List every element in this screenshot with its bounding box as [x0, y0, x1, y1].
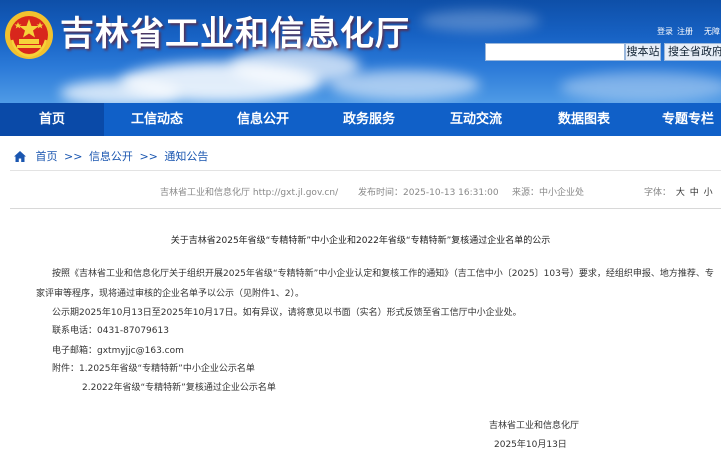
- font-size-medium-button[interactable]: 中: [690, 188, 699, 198]
- attachment-link-2[interactable]: 2.2022年省级“专精特新”复核通过企业公示名单: [82, 382, 276, 394]
- breadcrumb-info-public[interactable]: 信息公开: [89, 150, 133, 163]
- font-size-large-button[interactable]: 大: [676, 188, 685, 198]
- font-size-control: 字体： 大 中 小: [644, 187, 713, 199]
- font-size-small-button[interactable]: 小: [704, 188, 713, 198]
- article-paragraph-cont: 家评审等程序，现将通过审核的企业名单予以公示（见附件1、2）。: [36, 289, 304, 299]
- nav-item-home[interactable]: 首页: [0, 103, 104, 136]
- article-title: 关于吉林省2025年省级“专精特新”中小企业和2022年省级“专精特新”复核通过…: [170, 236, 551, 246]
- article-paragraph: 公示期2025年10月13日至2025年10月17日。如有异议，请将意见以书面（…: [52, 308, 522, 318]
- breadcrumb-separator: >>: [64, 150, 83, 163]
- divider: [10, 170, 721, 171]
- source-site: 吉林省工业和信息化厅 http://gxt.jl.gov.cn/: [160, 188, 339, 198]
- main-nav: 首页 工信动态 信息公开 政务服务 互动交流 数据图表 专题专栏: [0, 103, 721, 136]
- banner-cloud: [330, 70, 480, 100]
- nav-item-services[interactable]: 政务服务: [316, 103, 422, 136]
- divider: [10, 208, 721, 209]
- breadcrumb-separator: >>: [139, 150, 158, 163]
- banner-cloud: [420, 10, 540, 32]
- nav-item-info-public[interactable]: 信息公开: [210, 103, 316, 136]
- attachment-link-1[interactable]: 附件：1.2025年省级“专精特新”中小企业公示名单: [52, 363, 255, 375]
- contact-email: 电子邮箱：gxtmyjjc@163.com: [52, 346, 184, 356]
- nav-item-topics[interactable]: 专题专栏: [638, 103, 721, 136]
- site-title[interactable]: 吉林省工业和信息化厅: [60, 12, 410, 56]
- login-link[interactable]: 登录: [657, 26, 673, 37]
- breadcrumb-home[interactable]: 首页: [36, 150, 58, 163]
- home-icon: [14, 151, 26, 162]
- article-paragraph: 按照《吉林省工业和信息化厅关于组织开展2025年省级“专精特新”中小企业认定和复…: [52, 269, 714, 279]
- banner-cloud: [60, 80, 180, 103]
- header-banner: 吉林省工业和信息化厅 登录 注册 无障 搜本站 搜全省政府网: [0, 0, 721, 103]
- article-source: 来源：中小企业处: [512, 188, 585, 198]
- publish-time: 发布时间：2025-10-13 16:31:00: [358, 188, 499, 198]
- nav-item-news[interactable]: 工信动态: [104, 103, 210, 136]
- banner-cloud: [560, 72, 721, 102]
- breadcrumb: 首页 >> 信息公开 >> 通知公告: [14, 149, 208, 165]
- nav-item-data-charts[interactable]: 数据图表: [530, 103, 638, 136]
- signature-org: 吉林省工业和信息化厅: [489, 421, 580, 431]
- national-emblem-icon: [5, 11, 53, 59]
- register-link[interactable]: 注册: [677, 26, 693, 37]
- breadcrumb-notices[interactable]: 通知公告: [164, 150, 208, 163]
- accessibility-link[interactable]: 无障: [704, 26, 720, 37]
- search-input[interactable]: [485, 43, 625, 61]
- search-province-button[interactable]: 搜全省政府网: [664, 43, 721, 61]
- contact-phone: 联系电话：0431-87079613: [52, 326, 169, 336]
- font-size-label: 字体：: [644, 188, 672, 198]
- signature-date: 2025年10月13日: [494, 440, 567, 450]
- nav-item-interaction[interactable]: 互动交流: [422, 103, 530, 136]
- search-site-button[interactable]: 搜本站: [625, 43, 661, 61]
